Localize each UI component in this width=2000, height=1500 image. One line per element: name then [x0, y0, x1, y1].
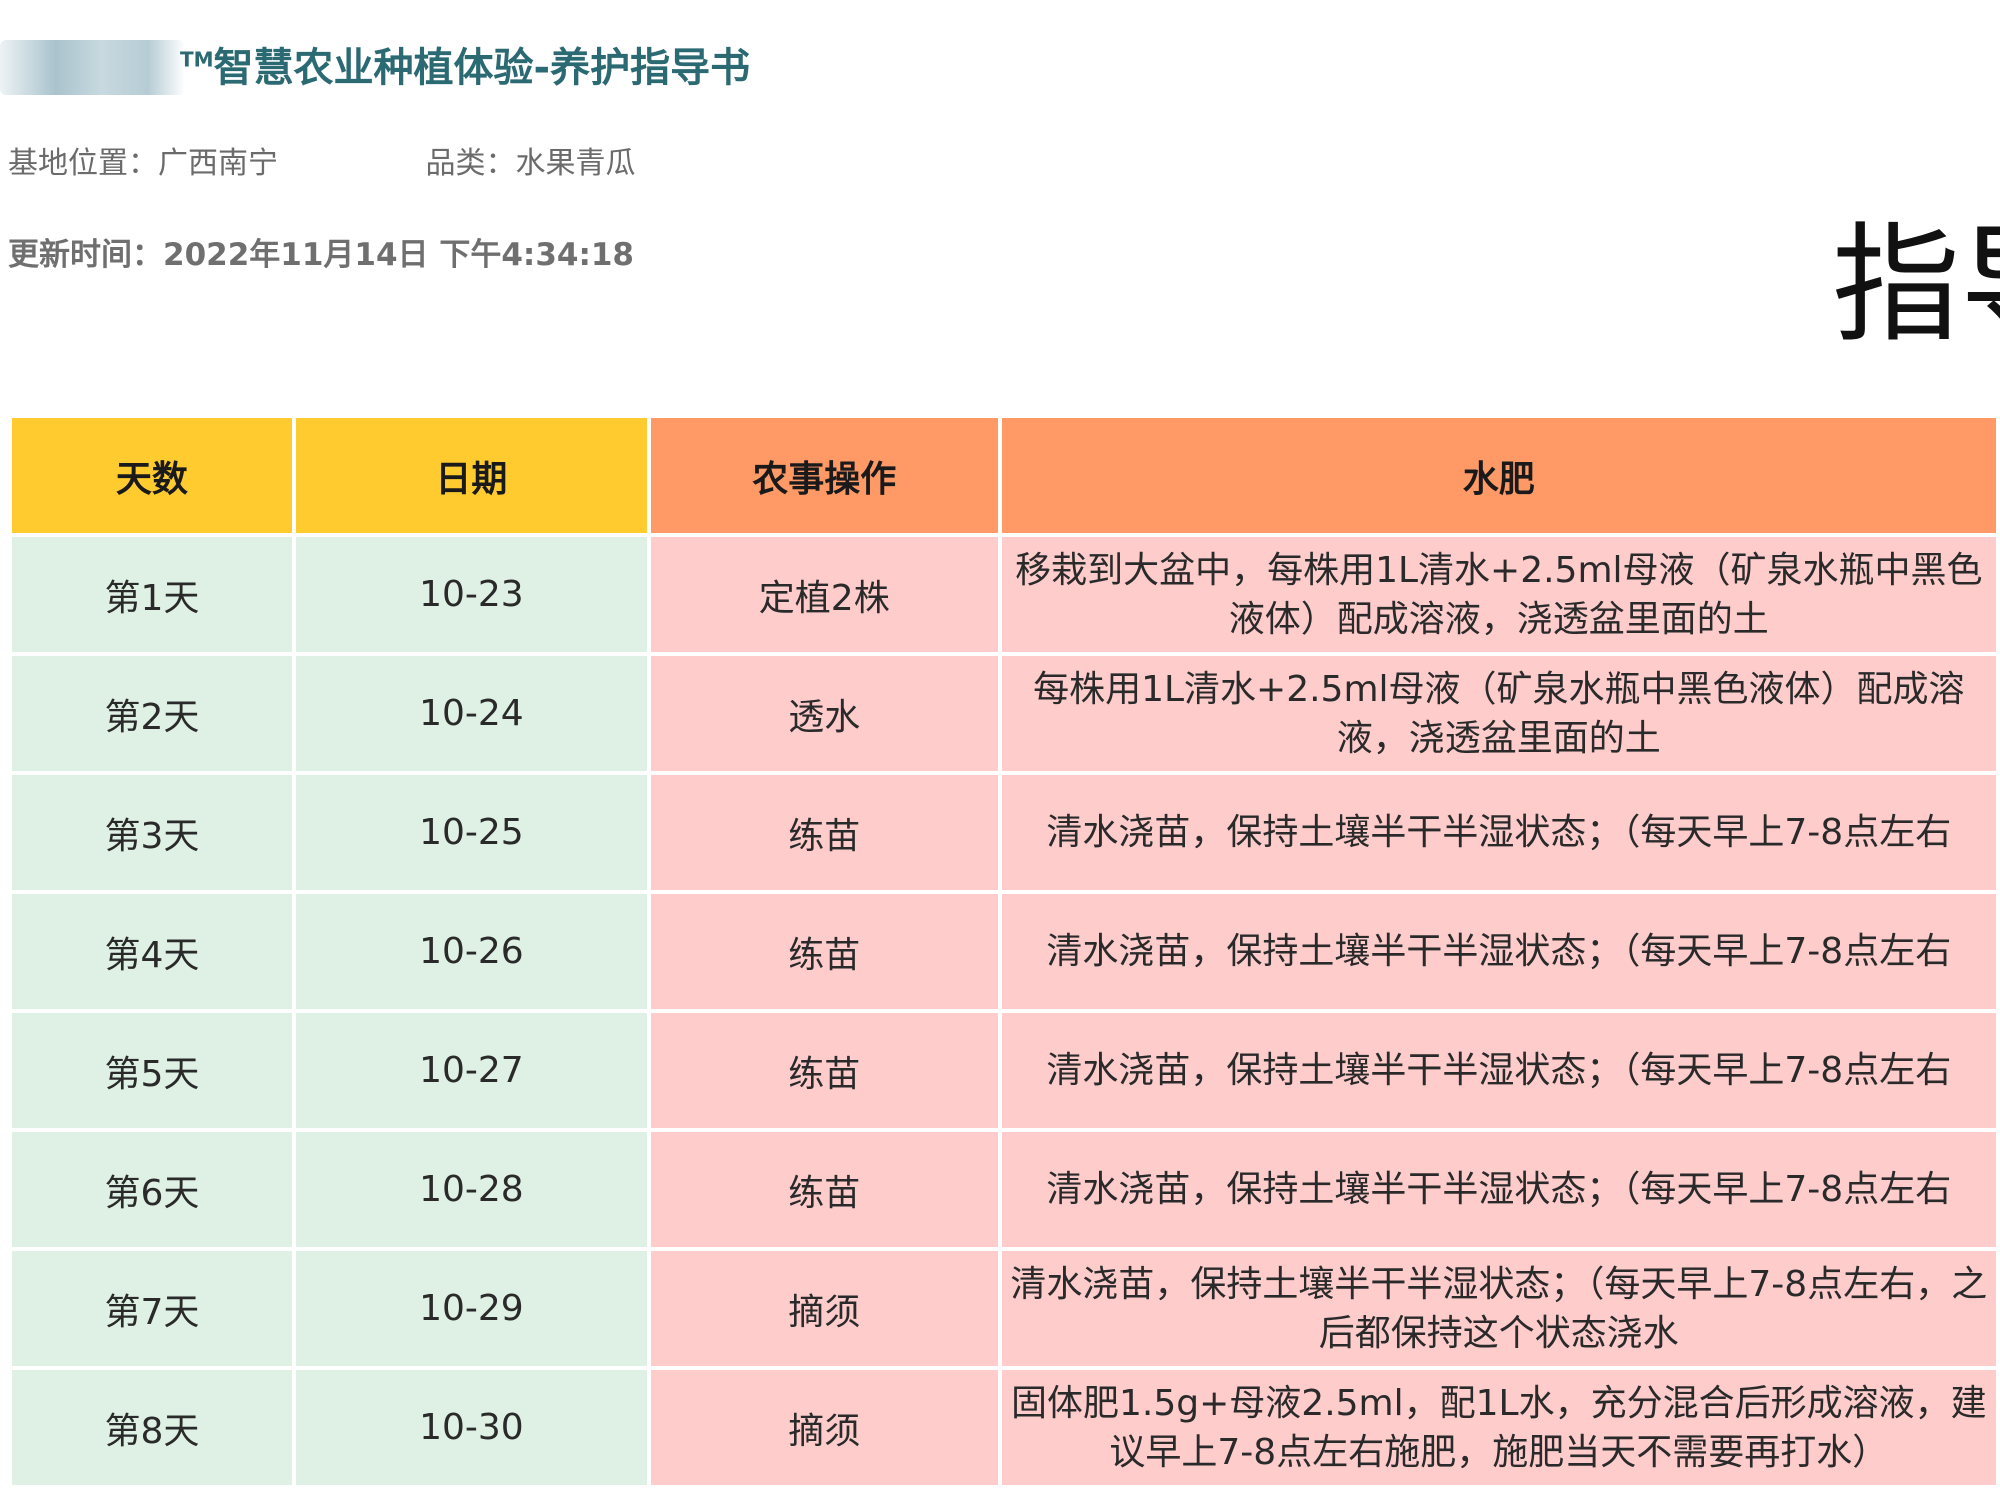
cell-day: 第4天 [12, 894, 292, 1009]
table-row: 第8天 10-30 摘须 固体肥1.5g+母液2.5ml，配1L水，充分混合后形… [12, 1370, 1996, 1485]
cell-operation: 透水 [650, 656, 998, 771]
cell-day: 第8天 [12, 1370, 292, 1485]
header-date: 日期 [295, 418, 647, 533]
category-value: 水果青瓜 [515, 146, 636, 181]
cell-fertilizer: 清水浇苗，保持土壤半干半湿状态；（每天早上7-8点左右 [1001, 1132, 1996, 1247]
meta-updated-line: 更新时间：2022年11月14日 下午4:34:18 [8, 229, 634, 274]
cell-fertilizer: 清水浇苗，保持土壤半干半湿状态；（每天早上7-8点左右 [1001, 1013, 1996, 1128]
cell-date: 10-27 [295, 1013, 647, 1128]
header-day: 天数 [12, 418, 292, 533]
table-row: 第6天 10-28 练苗 清水浇苗，保持土壤半干半湿状态；（每天早上7-8点左右 [12, 1132, 1996, 1247]
cell-day: 第7天 [12, 1251, 292, 1366]
cell-date: 10-26 [295, 894, 647, 1009]
cell-fertilizer: 清水浇苗，保持土壤半干半湿状态；（每天早上7-8点左右 [1001, 775, 1996, 890]
cell-day: 第3天 [12, 775, 292, 890]
table-row: 第2天 10-24 透水 每株用1L清水+2.5ml母液（矿泉水瓶中黑色液体）配… [12, 656, 1996, 771]
cell-day: 第6天 [12, 1132, 292, 1247]
cell-operation: 定植2株 [650, 537, 998, 652]
cell-date: 10-29 [295, 1251, 647, 1366]
cell-day: 第1天 [12, 537, 292, 652]
cell-day: 第2天 [12, 656, 292, 771]
location-value: 广西南宁 [158, 146, 278, 181]
cell-day: 第5天 [12, 1013, 292, 1128]
cell-date: 10-23 [295, 537, 647, 652]
cell-date: 10-30 [295, 1370, 647, 1485]
cell-date: 10-24 [295, 656, 647, 771]
cell-operation: 练苗 [650, 894, 998, 1009]
table-row: 第7天 10-29 摘须 清水浇苗，保持土壤半干半湿状态；（每天早上7-8点左右… [12, 1251, 1996, 1366]
table-row: 第5天 10-27 练苗 清水浇苗，保持土壤半干半湿状态；（每天早上7-8点左右 [12, 1013, 1996, 1128]
cell-fertilizer: 每株用1L清水+2.5ml母液（矿泉水瓶中黑色液体）配成溶液，浇透盆里面的土 [1001, 656, 1996, 771]
category-label: 品类： [425, 146, 516, 181]
table-body: 第1天 10-23 定植2株 移栽到大盆中，每株用1L清水+2.5ml母液（矿泉… [12, 537, 1996, 1485]
guide-table-container: 天数 日期 农事操作 水肥 第1天 10-23 定植2株 移栽到大盆中，每株用1… [12, 418, 2000, 1489]
side-heading: 指导 [1832, 211, 2000, 360]
location-label: 基地位置： [8, 146, 158, 181]
cell-operation: 练苗 [650, 1132, 998, 1247]
cell-fertilizer: 移栽到大盆中，每株用1L清水+2.5ml母液（矿泉水瓶中黑色液体）配成溶液，浇透… [1001, 537, 1996, 652]
cell-date: 10-28 [295, 1132, 647, 1247]
cell-fertilizer: 清水浇苗，保持土壤半干半湿状态；（每天早上7-8点左右，之后都保持这个状态浇水 [1001, 1251, 1996, 1366]
table-header-row: 天数 日期 农事操作 水肥 [12, 418, 1996, 533]
table-row: 第1天 10-23 定植2株 移栽到大盆中，每株用1L清水+2.5ml母液（矿泉… [12, 537, 1996, 652]
meta-location-line: 基地位置：广西南宁 品类：水果青瓜 [8, 138, 636, 182]
location-field: 基地位置：广西南宁 [8, 138, 278, 182]
cell-operation: 练苗 [650, 1013, 998, 1128]
trademark-mark: TM [180, 47, 214, 72]
page-title-text: 智慧农业种植体验-养护指导书 [213, 45, 751, 91]
cell-date: 10-25 [295, 775, 647, 890]
header-operation: 农事操作 [650, 418, 998, 533]
updated-value: 2022年11月14日 下午4:34:18 [163, 237, 634, 273]
table-row: 第3天 10-25 练苗 清水浇苗，保持土壤半干半湿状态；（每天早上7-8点左右 [12, 775, 1996, 890]
cell-operation: 练苗 [650, 775, 998, 890]
cell-fertilizer: 固体肥1.5g+母液2.5ml，配1L水，充分混合后形成溶液，建议早上7-8点左… [1001, 1370, 1996, 1485]
header-fertilizer: 水肥 [1001, 418, 1996, 533]
guide-table: 天数 日期 农事操作 水肥 第1天 10-23 定植2株 移栽到大盆中，每株用1… [8, 414, 2000, 1489]
cell-fertilizer: 清水浇苗，保持土壤半干半湿状态；（每天早上7-8点左右 [1001, 894, 1996, 1009]
table-row: 第4天 10-26 练苗 清水浇苗，保持土壤半干半湿状态；（每天早上7-8点左右 [12, 894, 1996, 1009]
cell-operation: 摘须 [650, 1251, 998, 1366]
brand-logo-blurred [0, 40, 185, 95]
cell-operation: 摘须 [650, 1370, 998, 1485]
page-title: TM智慧农业种植体验-养护指导书 [180, 38, 750, 98]
category-field: 品类：水果青瓜 [426, 138, 636, 182]
updated-label: 更新时间： [8, 237, 163, 273]
